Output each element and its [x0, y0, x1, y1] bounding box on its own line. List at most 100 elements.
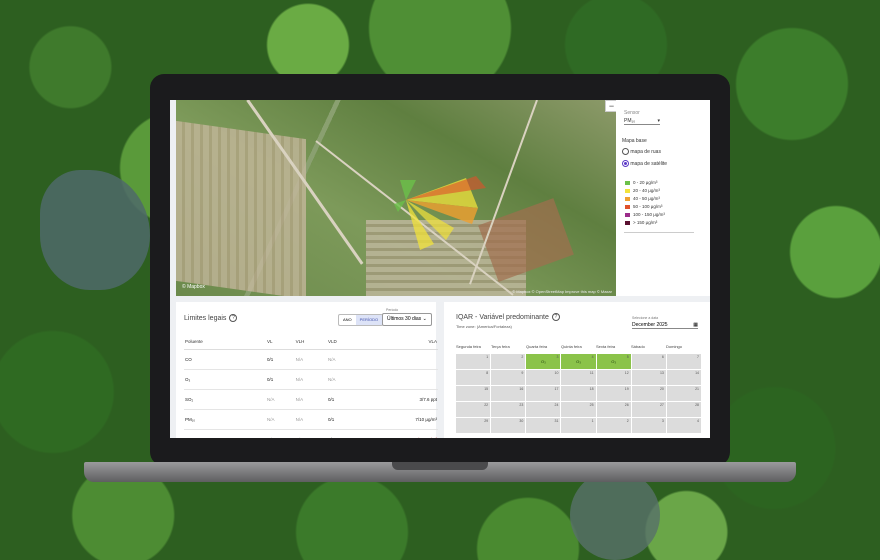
- weekday-label: Quarta feira: [526, 344, 548, 349]
- pollution-rose[interactable]: [176, 100, 616, 296]
- day-number: 17: [554, 387, 559, 391]
- legend-item: 40 - 50 μg/m³: [625, 196, 660, 201]
- calendar-day[interactable]: 28: [666, 402, 701, 417]
- panel-title: IQAR - Variável predominante: [456, 313, 549, 321]
- basemap-option-satellite[interactable]: mapa de satélite: [622, 160, 667, 167]
- day-number: 2: [626, 419, 629, 423]
- table-cell: [359, 369, 438, 390]
- toggle-period[interactable]: PERÍODO: [355, 315, 383, 325]
- weekday-label: Quinta feira: [561, 344, 582, 349]
- period-select[interactable]: Últimos 30 dias ⌄: [382, 313, 432, 326]
- calendar-day[interactable]: 24: [526, 402, 561, 417]
- radio-icon[interactable]: [622, 148, 629, 155]
- calendar-day[interactable]: 3: [631, 418, 666, 433]
- calendar-day[interactable]: 2: [596, 418, 631, 433]
- calendar-day[interactable]: 30: [491, 418, 526, 433]
- calendar-day[interactable]: 25: [561, 402, 596, 417]
- calendar-day[interactable]: 14: [666, 370, 701, 385]
- table-row: SO₂ N/A N/A 0/1 3/7.6 ppt: [184, 389, 438, 410]
- predominant-variable: O₃: [611, 359, 616, 364]
- date-value: December 2025: [632, 322, 668, 328]
- map-attribution[interactable]: © Mapbox © OpenStreetMap Improve this ma…: [512, 289, 612, 294]
- table-row: PM₁₀ N/A N/A 0/1 7/10 μg/m³: [184, 409, 438, 430]
- calendar-day[interactable]: 27: [631, 402, 666, 417]
- calendar-day[interactable]: 15: [456, 386, 491, 401]
- calendar-day[interactable]: 31: [526, 418, 561, 433]
- calendar-day[interactable]: 9: [491, 370, 526, 385]
- day-number: 7: [697, 355, 699, 359]
- calendar-day[interactable]: 1: [561, 418, 596, 433]
- date-picker[interactable]: December 2025 ▦: [632, 322, 698, 329]
- legend-item: 20 - 40 μg/m³: [625, 188, 660, 193]
- calendar-day[interactable]: 17: [526, 386, 561, 401]
- day-number: 28: [695, 403, 699, 407]
- period-toggle[interactable]: ANO PERÍODO: [338, 314, 384, 326]
- legend-swatch: [625, 196, 630, 201]
- predominant-variable: O₃: [576, 359, 581, 364]
- table-cell: N/A: [294, 369, 328, 390]
- table-cell: CO: [184, 349, 266, 370]
- table-row: PM₂.₅N/AN/A0/132/30 μg/m³: [184, 429, 438, 438]
- day-number: 23: [519, 403, 524, 407]
- day-number: 4: [697, 419, 699, 423]
- table-cell: N/A: [266, 409, 295, 430]
- calendar-day[interactable]: 22: [456, 402, 491, 417]
- calendar-day[interactable]: 23: [491, 402, 526, 417]
- calendar-day[interactable]: 20: [631, 386, 666, 401]
- day-number: 1: [591, 419, 594, 423]
- day-number: 11: [589, 371, 594, 375]
- calendar-day[interactable]: 19: [596, 386, 631, 401]
- satellite-map[interactable]: − © Mapbox © Mapbox © OpenStreetMap Impr…: [176, 100, 616, 296]
- info-icon[interactable]: ?: [551, 313, 560, 321]
- calendar-day[interactable]: 12: [596, 370, 631, 385]
- calendar-day[interactable]: 6: [631, 354, 666, 369]
- calendar-day[interactable]: 11: [561, 370, 596, 385]
- legal-limits-title: Limites legais?: [184, 314, 238, 322]
- calendar-day[interactable]: 21: [666, 386, 701, 401]
- legend-label: 100 - 150 μg/m³: [633, 212, 665, 217]
- day-number: 14: [695, 371, 699, 375]
- calendar-day[interactable]: 5 O₃: [596, 354, 631, 369]
- calendar-icon[interactable]: ▦: [693, 322, 698, 328]
- laptop-notch: [392, 462, 488, 470]
- zoom-out-button[interactable]: −: [605, 100, 616, 112]
- calendar-day[interactable]: 29: [456, 418, 491, 433]
- day-number: 26: [624, 403, 629, 407]
- sensor-select[interactable]: PM₁₀ ▾: [624, 118, 660, 125]
- day-number: 6: [661, 355, 664, 359]
- day-number: 20: [659, 387, 664, 391]
- table-cell: N/A: [327, 349, 360, 370]
- calendar-day[interactable]: 10: [526, 370, 561, 385]
- basemap-option-streets[interactable]: mapa de ruas: [622, 148, 661, 155]
- calendar-day[interactable]: 7: [666, 354, 701, 369]
- river: [570, 470, 660, 560]
- table-cell: 3/7.6 ppt: [359, 389, 438, 410]
- day-number: 18: [589, 387, 594, 391]
- day-number: 30: [519, 419, 524, 423]
- toggle-year[interactable]: ANO: [339, 315, 356, 325]
- table-cell: PM₁₀: [184, 409, 266, 430]
- table-cell: N/A: [266, 389, 295, 410]
- calendar-day[interactable]: 26: [596, 402, 631, 417]
- calendar-day[interactable]: 16: [491, 386, 526, 401]
- calendar-day[interactable]: 4 O₃: [561, 354, 596, 369]
- day-number: 31: [554, 419, 559, 423]
- calendar-day[interactable]: 2: [491, 354, 526, 369]
- day-number: 15: [484, 387, 489, 391]
- info-icon[interactable]: ?: [229, 314, 238, 322]
- basemap-option-label: mapa de ruas: [630, 148, 661, 155]
- day-number: 2: [521, 355, 524, 359]
- iqar-panel: IQAR - Variável predominante? Time zone:…: [444, 302, 710, 438]
- column-header: VLA: [359, 334, 438, 350]
- calendar-day[interactable]: 18: [561, 386, 596, 401]
- timezone-label: Time zone: (America/Fortaleza): [456, 324, 512, 329]
- radio-selected-icon[interactable]: [622, 160, 629, 167]
- calendar-day[interactable]: 1: [456, 354, 491, 369]
- calendar-day[interactable]: 8: [456, 370, 491, 385]
- predominant-variable: O₃: [540, 359, 546, 364]
- weekday-label: Sexta feira: [596, 344, 616, 349]
- calendar-day[interactable]: 3 O₃: [526, 354, 561, 369]
- calendar-day[interactable]: 13: [631, 370, 666, 385]
- table-cell: 0/1: [327, 409, 360, 430]
- calendar-day[interactable]: 4: [666, 418, 701, 433]
